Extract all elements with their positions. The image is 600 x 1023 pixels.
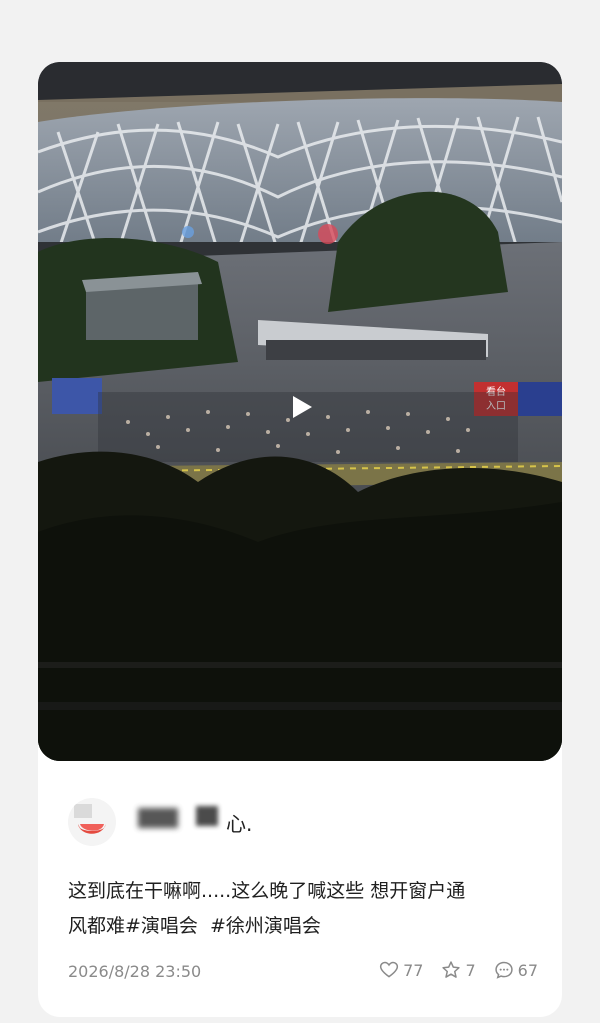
avatar-image: [68, 798, 116, 846]
author-name[interactable]: 心.: [226, 808, 252, 837]
comment-button[interactable]: 67: [494, 960, 538, 980]
comment-count: 67: [517, 960, 538, 980]
like-button[interactable]: 77: [379, 960, 423, 980]
post-timestamp: 2026/8/28 23:50: [68, 962, 202, 981]
avatar[interactable]: [68, 798, 116, 846]
video-thumbnail[interactable]: 看台 入口: [38, 62, 562, 761]
favorite-button[interactable]: 7: [441, 960, 476, 980]
post-text: 这到底在干嘛啊.....这么晚了喊这些 想开窗户通 风都难#演唱会 #徐州演唱会: [68, 880, 466, 937]
play-icon: [293, 396, 312, 418]
post-actions: 77 7 67: [379, 960, 538, 980]
play-button[interactable]: [286, 392, 316, 422]
comment-icon: [494, 961, 513, 979]
author-row[interactable]: 心.: [62, 796, 362, 846]
post-card: 看台 入口 心. 这到底在干嘛啊.....这么晚了喊这些 想开窗户通 风都难#演…: [38, 62, 562, 1017]
author-name-redacted: 心.: [138, 802, 278, 836]
star-icon: [442, 961, 461, 978]
heart-icon: [380, 961, 399, 978]
like-count: 77: [403, 960, 424, 980]
favorite-count: 7: [465, 960, 476, 980]
post-footer: 2026/8/28 23:50 77 7 67: [68, 958, 538, 988]
redaction-blur: [138, 808, 178, 828]
redaction-blur: [196, 806, 218, 826]
